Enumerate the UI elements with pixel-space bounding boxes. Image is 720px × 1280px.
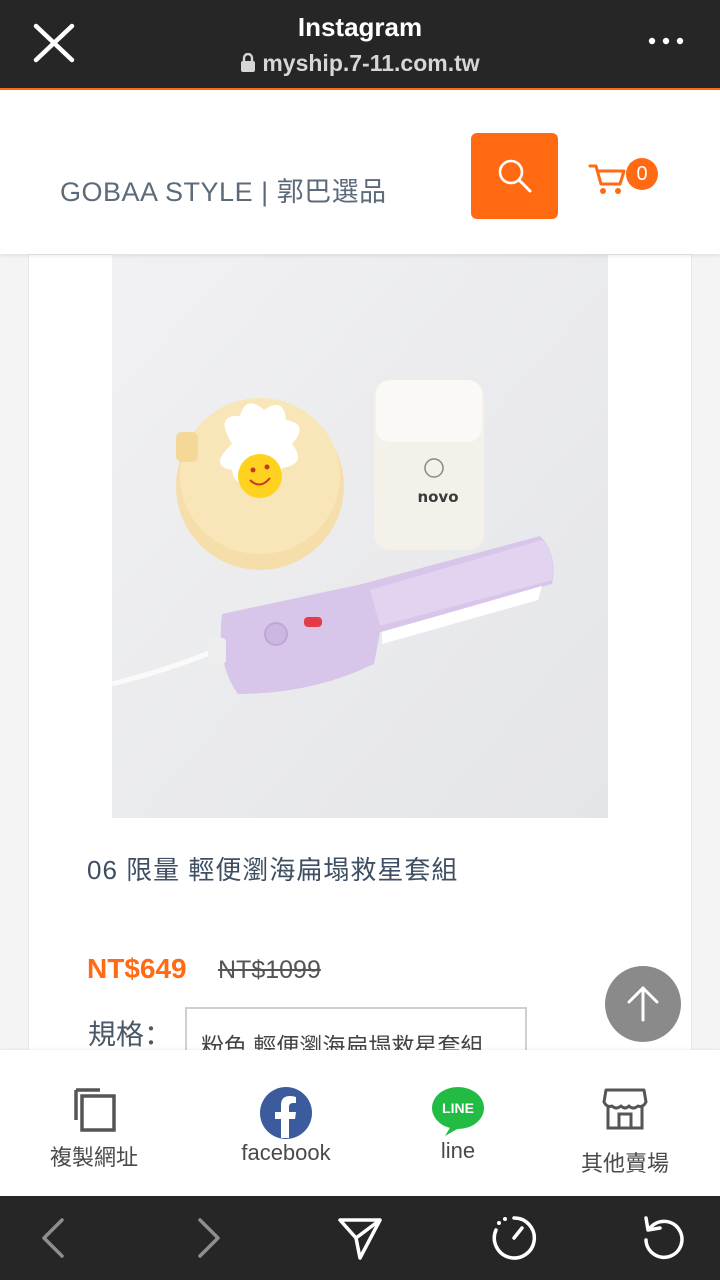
line-badge-text: LINE — [442, 1100, 474, 1116]
sale-price: NT$649 — [87, 953, 187, 984]
line-icon: LINE — [432, 1087, 484, 1136]
back-icon[interactable] — [30, 1214, 78, 1262]
browser-url[interactable]: myship.7-11.com.tw — [0, 50, 720, 77]
send-icon[interactable] — [336, 1214, 384, 1262]
reload-icon[interactable] — [640, 1214, 688, 1262]
search-icon — [498, 159, 531, 193]
product-photo: novo — [112, 254, 608, 818]
product-image[interactable]: novo — [112, 254, 608, 818]
share-other-store[interactable]: 其他賣場 — [535, 1050, 715, 1196]
browser-title: Instagram — [297, 12, 423, 42]
store-icon — [602, 1088, 648, 1130]
site-header: GOBAA STYLE | 郭巴選品 0 — [0, 90, 720, 254]
timer-icon[interactable] — [490, 1214, 538, 1262]
share-facebook[interactable]: facebook — [196, 1050, 376, 1196]
novo-bottle: novo — [374, 380, 484, 550]
arrow-up-icon — [627, 986, 659, 1022]
share-label: 複製網址 — [49, 1145, 138, 1170]
share-label: facebook — [241, 1140, 331, 1165]
novo-label: novo — [417, 488, 458, 506]
cart-count-badge: 0 — [626, 158, 658, 190]
brand-name[interactable]: GOBAA STYLE | 郭巴選品 — [60, 170, 387, 209]
browser-bottom-bar — [0, 1196, 720, 1280]
share-copy-url[interactable]: 複製網址 — [4, 1050, 184, 1196]
forward-icon[interactable] — [184, 1214, 232, 1262]
egg-compact — [176, 398, 344, 570]
scroll-to-top-button[interactable] — [605, 966, 681, 1042]
share-label: 其他賣場 — [580, 1151, 669, 1176]
product-title: 06 限量 輕便瀏海扁塌救星套組 — [87, 855, 459, 885]
original-price: NT$1099 — [218, 956, 321, 984]
share-bar: 複製網址 facebook LINE line 其他賣場 — [0, 1050, 720, 1196]
cart-icon[interactable] — [588, 162, 628, 196]
lock-icon — [241, 53, 256, 72]
share-line[interactable]: LINE line — [368, 1050, 548, 1196]
url-text: myship.7-11.com.tw — [262, 50, 480, 76]
browser-top-bar: Instagram myship.7-11.com.tw — [0, 0, 720, 88]
share-label: line — [440, 1138, 476, 1163]
spec-label: 規格： — [88, 1019, 173, 1050]
copy-icon — [74, 1088, 116, 1132]
search-button[interactable] — [471, 133, 558, 219]
more-icon[interactable] — [648, 34, 684, 48]
facebook-icon — [260, 1087, 312, 1139]
